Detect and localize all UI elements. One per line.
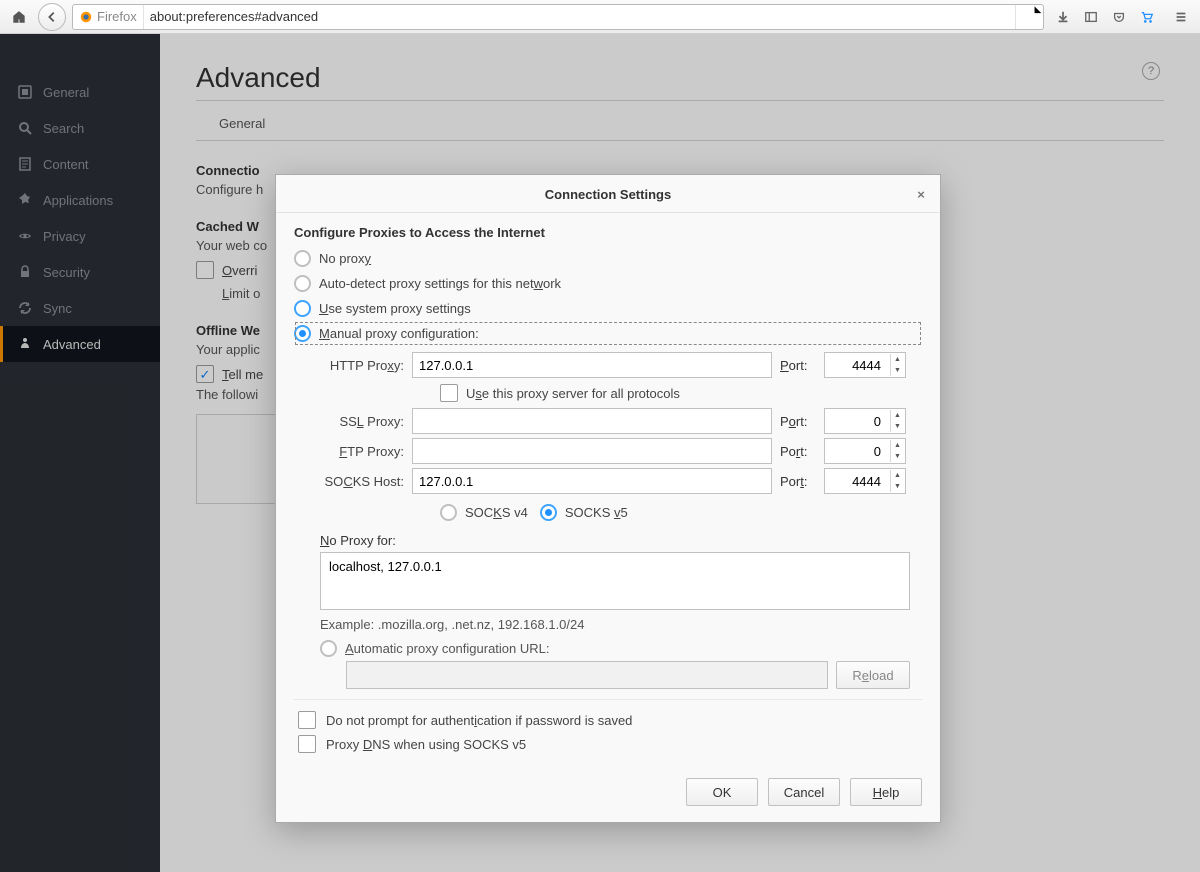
manual-proxy-grid: HTTP Proxy: Port: ▲▼ Use this proxy serv… [320, 352, 922, 525]
http-proxy-host-input[interactable] [412, 352, 772, 378]
dialog-title: Connection Settings [545, 187, 671, 202]
dialog-title-bar: Connection Settings × [276, 175, 940, 213]
radio-icon [294, 275, 311, 292]
pac-url-input [346, 661, 828, 689]
socks-host-input[interactable] [412, 468, 772, 494]
radio-icon [294, 300, 311, 317]
connection-settings-dialog: Connection Settings × Configure Proxies … [275, 174, 941, 823]
close-icon: × [917, 187, 925, 202]
url-bar[interactable]: Firefox about:preferences#advanced [72, 4, 1044, 30]
radio-manual[interactable]: Manual proxy configuration: [294, 321, 922, 346]
port-label: Port: [780, 414, 816, 429]
use-proxy-for-all-checkbox[interactable]: Use this proxy server for all protocols [440, 384, 922, 402]
checkbox-icon [298, 735, 316, 753]
radio-icon [540, 504, 557, 521]
pocket-button[interactable] [1106, 4, 1132, 30]
spin-up-icon[interactable]: ▲ [891, 410, 904, 421]
cancel-button[interactable]: Cancel [768, 778, 840, 806]
ok-button[interactable]: OK [686, 778, 758, 806]
configure-heading: Configure Proxies to Access the Internet [294, 225, 922, 240]
dialog-close-button[interactable]: × [912, 185, 930, 203]
identity-label: Firefox [97, 9, 137, 24]
radio-icon [440, 504, 457, 521]
radio-no-proxy[interactable]: No proxy [294, 246, 922, 271]
browser-toolbar: Firefox about:preferences#advanced [0, 0, 1200, 34]
port-label: Port: [780, 474, 816, 489]
http-proxy-label: HTTP Proxy: [320, 358, 404, 373]
help-button[interactable]: Help [850, 778, 922, 806]
radio-system[interactable]: Use system proxy settings [294, 296, 922, 321]
app-body: General Search Content Applications Priv… [0, 34, 1200, 872]
spin-down-icon[interactable]: ▼ [891, 365, 904, 376]
spin-down-icon[interactable]: ▼ [891, 421, 904, 432]
no-prompt-label: Do not prompt for authentication if pass… [326, 713, 632, 728]
radio-label: Auto-detect proxy settings for this netw… [319, 276, 561, 291]
ftp-proxy-host-input[interactable] [412, 438, 772, 464]
port-label: Port: [780, 358, 816, 373]
radio-auto-detect[interactable]: Auto-detect proxy settings for this netw… [294, 271, 922, 296]
no-proxy-example: Example: .mozilla.org, .net.nz, 192.168.… [320, 617, 922, 632]
reload-button[interactable] [1015, 5, 1043, 29]
use-all-label: Use this proxy server for all protocols [466, 386, 680, 401]
spin-down-icon[interactable]: ▼ [891, 451, 904, 462]
ftp-proxy-label: FTP Proxy: [320, 444, 404, 459]
back-button[interactable] [38, 3, 66, 31]
ssl-proxy-port-input[interactable]: ▲▼ [824, 408, 906, 434]
cart-button[interactable] [1134, 4, 1160, 30]
radio-label: SOCKS v4 [465, 505, 528, 520]
port-label: Port: [780, 444, 816, 459]
socks-host-label: SOCKS Host: [320, 474, 404, 489]
radio-label: No proxy [319, 251, 371, 266]
socks-port-input[interactable]: ▲▼ [824, 468, 906, 494]
ssl-proxy-host-input[interactable] [412, 408, 772, 434]
radio-label: Automatic proxy configuration URL: [345, 641, 549, 656]
http-proxy-port-input[interactable]: ▲▼ [824, 352, 906, 378]
checkbox-icon [298, 711, 316, 729]
proxy-dns-checkbox[interactable]: Proxy DNS when using SOCKS v5 [294, 732, 922, 756]
radio-socks-v4[interactable]: SOCKS v4 [440, 500, 528, 525]
firefox-icon [79, 10, 93, 24]
pac-reload-button: Reload [836, 661, 910, 689]
radio-label: Manual proxy configuration: [319, 326, 479, 341]
spin-down-icon[interactable]: ▼ [891, 481, 904, 492]
spin-up-icon[interactable]: ▲ [891, 470, 904, 481]
radio-label: Use system proxy settings [319, 301, 471, 316]
no-proxy-label: No Proxy for: [320, 533, 922, 548]
spin-up-icon[interactable]: ▲ [891, 354, 904, 365]
radio-icon [294, 250, 311, 267]
downloads-button[interactable] [1050, 4, 1076, 30]
checkbox-icon [440, 384, 458, 402]
menu-button[interactable] [1168, 4, 1194, 30]
radio-pac[interactable]: Automatic proxy configuration URL: [320, 640, 922, 657]
spin-up-icon[interactable]: ▲ [891, 440, 904, 451]
ftp-proxy-port-input[interactable]: ▲▼ [824, 438, 906, 464]
proxy-dns-label: Proxy DNS when using SOCKS v5 [326, 737, 526, 752]
radio-socks-v5[interactable]: SOCKS v5 [540, 500, 628, 525]
home-button[interactable] [6, 4, 32, 30]
no-proxy-textarea[interactable] [320, 552, 910, 610]
sidebar-button[interactable] [1078, 4, 1104, 30]
radio-icon [320, 640, 337, 657]
radio-label: SOCKS v5 [565, 505, 628, 520]
url-text[interactable]: about:preferences#advanced [144, 9, 1015, 24]
ssl-proxy-label: SSL Proxy: [320, 414, 404, 429]
no-prompt-checkbox[interactable]: Do not prompt for authentication if pass… [294, 708, 922, 732]
identity-box[interactable]: Firefox [73, 5, 144, 29]
radio-icon [294, 325, 311, 342]
